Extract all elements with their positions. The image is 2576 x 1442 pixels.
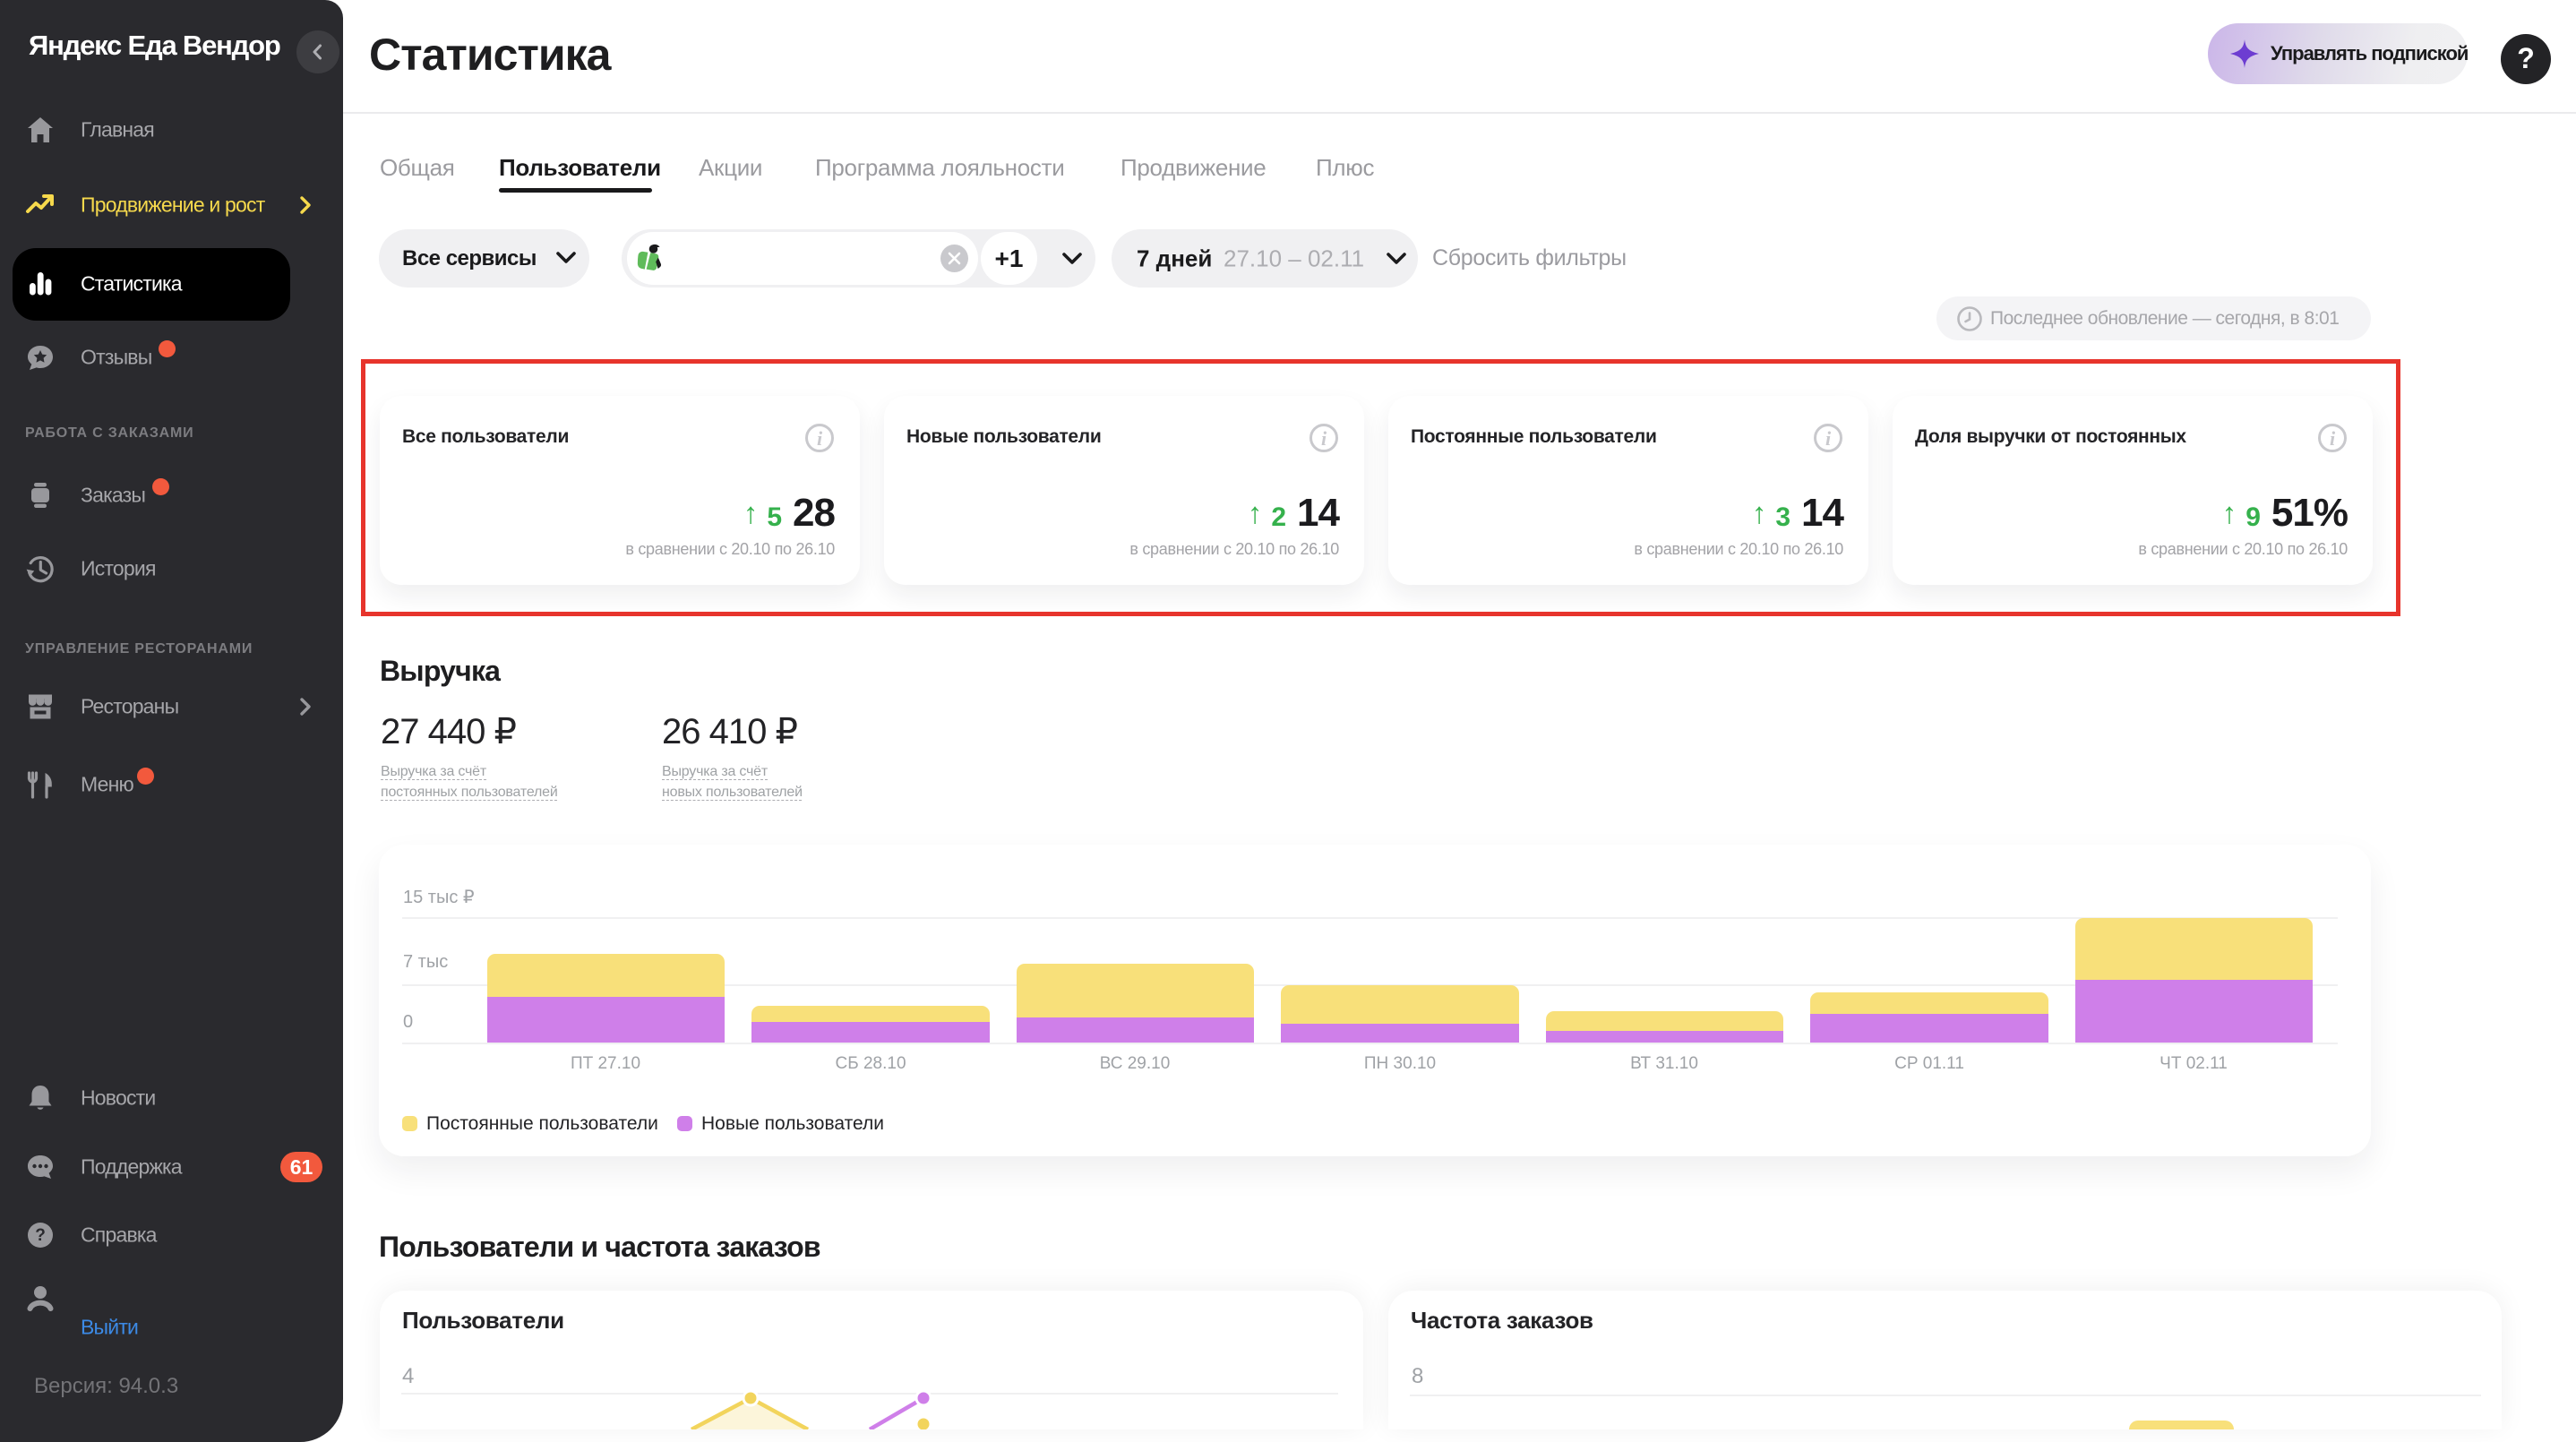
svg-text:?: ? — [35, 1226, 46, 1245]
